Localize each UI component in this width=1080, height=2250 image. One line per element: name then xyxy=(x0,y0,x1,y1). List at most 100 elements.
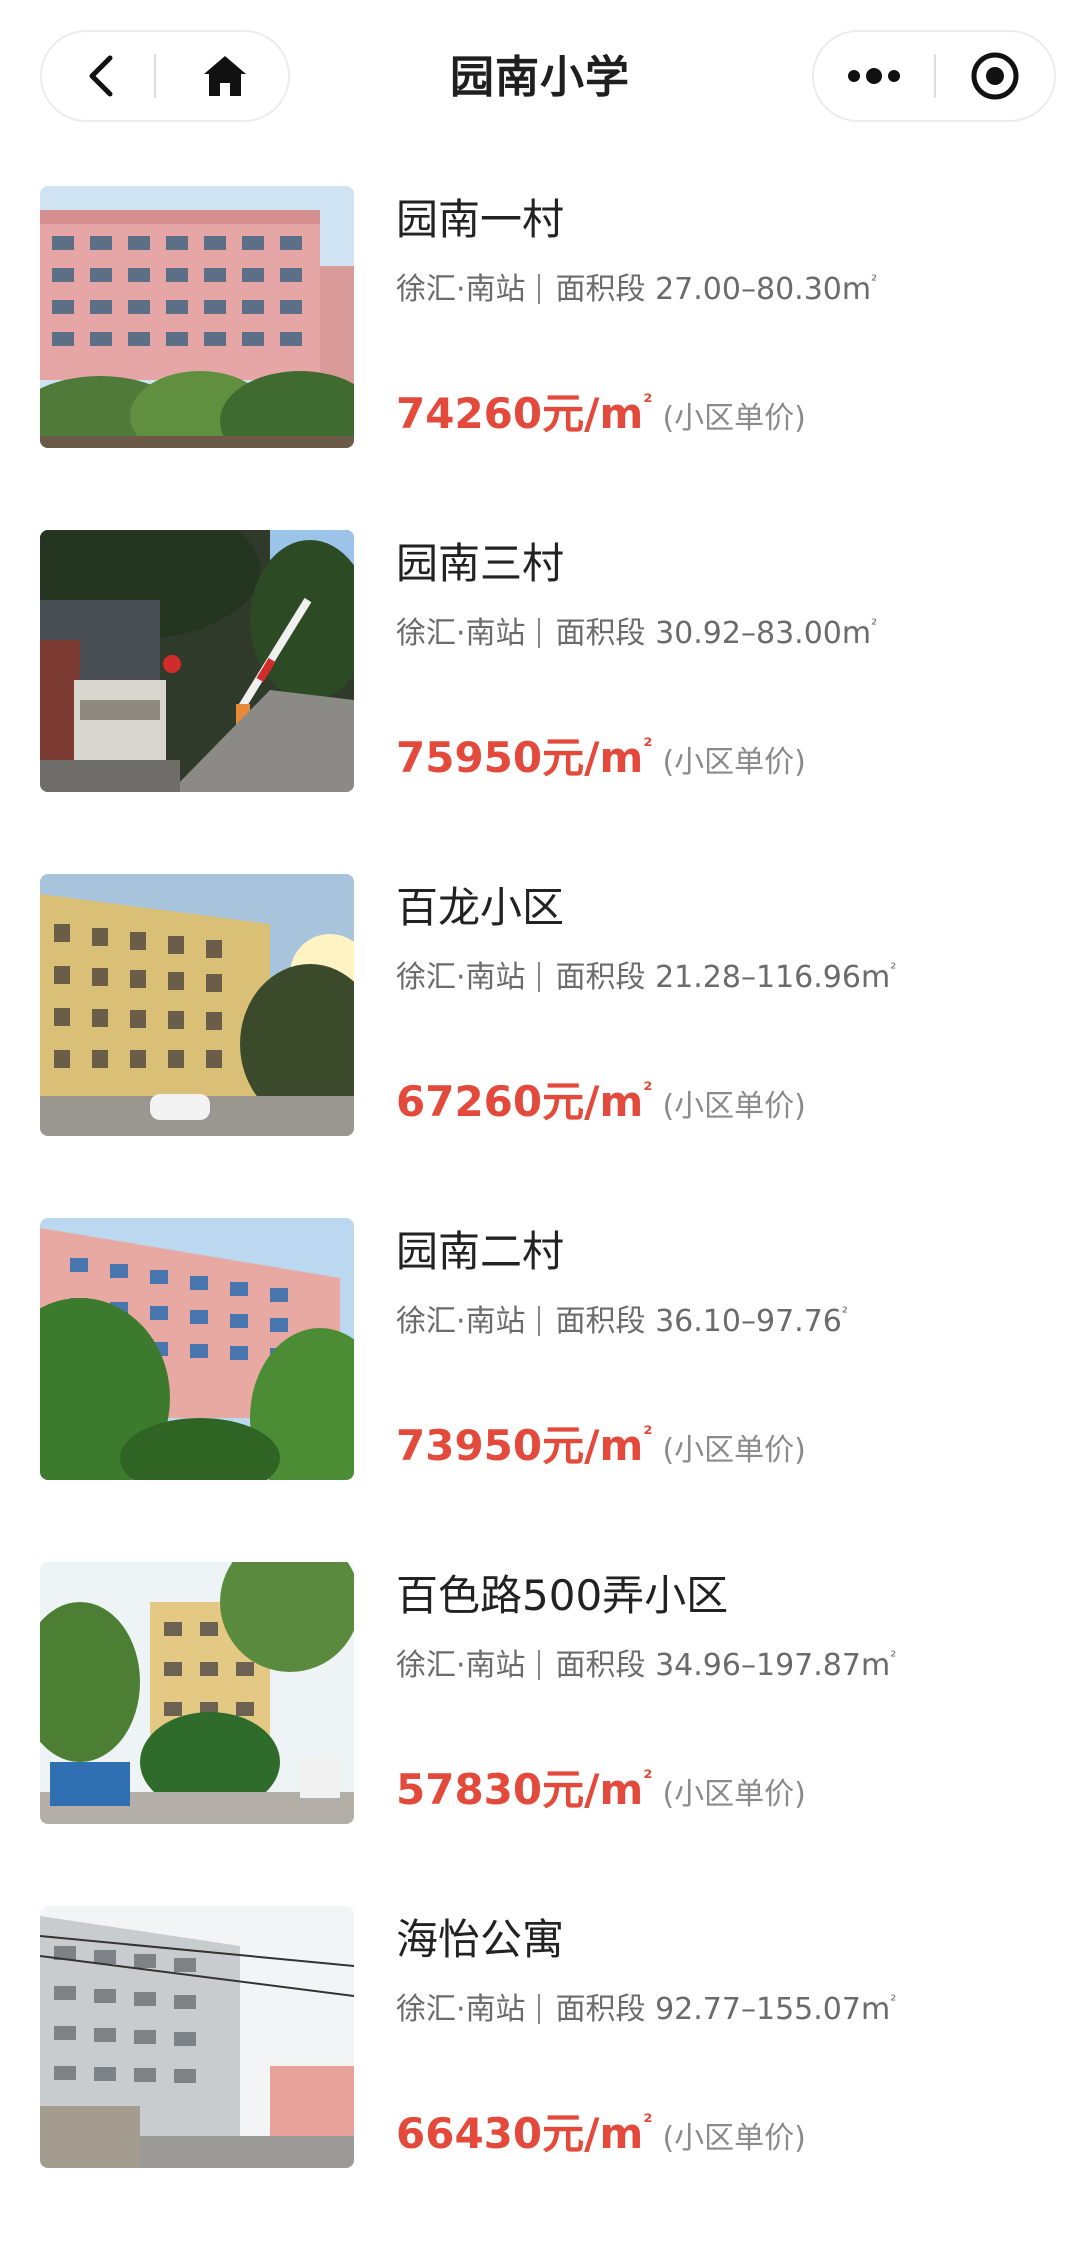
community-photo xyxy=(40,1218,354,1480)
unit-price: 66430元/m² xyxy=(396,2109,652,2158)
area-label: 面积段 xyxy=(555,1648,646,1683)
price-unit: 元/m xyxy=(542,733,644,782)
price-unit-superscript: ² xyxy=(643,1078,653,1103)
price-row: 73950元/m² (小区单价) xyxy=(396,1418,806,1474)
area-range: 36.10–97.76 xyxy=(655,1304,842,1339)
price-note: (小区单价) xyxy=(662,1089,806,1124)
community-meta: 徐汇·南站 面积段 34.96–197.87m² xyxy=(396,1646,896,1686)
price-note: (小区单价) xyxy=(662,745,806,780)
price-row: 75950元/m² (小区单价) xyxy=(396,730,806,786)
listing-info: 百色路500弄小区 徐汇·南站 面积段 34.96–197.87m² 57830元… xyxy=(396,1562,1046,1824)
meta-divider xyxy=(537,1306,540,1336)
community-meta: 徐汇·南站 面积段 27.00–80.30m² xyxy=(396,270,877,310)
area-unit: m xyxy=(860,1992,891,2027)
community-name: 园南一村 xyxy=(396,195,565,244)
price-row: 57830元/m² (小区单价) xyxy=(396,1762,806,1818)
area-label: 面积段 xyxy=(555,272,646,307)
meta-divider xyxy=(537,962,540,992)
area-unit-superscript: ² xyxy=(871,271,878,290)
area-label: 面积段 xyxy=(555,1992,646,2027)
unit-price: 73950元/m² xyxy=(396,1421,652,1470)
price-note: (小区单价) xyxy=(662,401,806,436)
area-unit-superscript: ² xyxy=(871,615,878,634)
price-unit-superscript: ² xyxy=(643,1766,653,1791)
community-name: 园南二村 xyxy=(396,1227,565,1276)
price-note: (小区单价) xyxy=(662,1777,806,1812)
home-button[interactable] xyxy=(162,32,288,120)
price-value: 74260 xyxy=(396,389,543,438)
listing-info: 百龙小区 徐汇·南站 面积段 21.28–116.96m² 67260元/m² (小… xyxy=(396,874,1046,1136)
unit-price: 74260元/m² xyxy=(396,389,652,438)
target-close-icon xyxy=(971,52,1019,100)
nav-capsule-right xyxy=(812,30,1056,122)
close-miniprogram-button[interactable] xyxy=(936,32,1054,120)
list-item[interactable]: 园南二村 徐汇·南站 面积段 36.10–97.76² 73950元/m² (小区单… xyxy=(0,1218,1080,1562)
price-unit: 元/m xyxy=(542,1765,644,1814)
community-meta: 徐汇·南站 面积段 30.92–83.00m² xyxy=(396,614,877,654)
nav-capsule-left xyxy=(40,30,290,122)
back-button[interactable] xyxy=(42,32,162,120)
community-name: 百色路500弄小区 xyxy=(396,1571,729,1620)
area-range: 27.00–80.30 xyxy=(655,272,842,307)
price-unit-superscript: ² xyxy=(643,390,653,415)
list-item[interactable]: 园南三村 徐汇·南站 面积段 30.92–83.00m² 75950元/m² (小区… xyxy=(0,530,1080,874)
page-title: 园南小学 xyxy=(450,52,630,103)
community-meta: 徐汇·南站 面积段 21.28–116.96m² xyxy=(396,958,896,998)
area-label: 面积段 xyxy=(555,1304,646,1339)
nav-bar: 园南小学 xyxy=(0,0,1080,160)
chevron-left-icon xyxy=(89,55,113,97)
area-label: 面积段 xyxy=(555,616,646,651)
community-photo xyxy=(40,186,354,448)
more-dots-icon xyxy=(848,68,900,84)
community-photo xyxy=(40,874,354,1136)
listing-info: 海怡公寓 徐汇·南站 面积段 92.77–155.07m² 66430元/m² (小… xyxy=(396,1906,1046,2168)
unit-price: 67260元/m² xyxy=(396,1077,652,1126)
list-item[interactable]: 园南一村 徐汇·南站 面积段 27.00–80.30m² 74260元/m² (小区… xyxy=(0,186,1080,530)
area-unit: m xyxy=(841,616,872,651)
area-range: 34.96–197.87 xyxy=(655,1648,861,1683)
more-button[interactable] xyxy=(814,32,934,120)
location-text: 徐汇·南站 xyxy=(396,1992,526,2027)
area-unit-superscript: ² xyxy=(890,1991,897,2010)
community-name: 园南三村 xyxy=(396,539,565,588)
meta-divider xyxy=(537,274,540,304)
location-text: 徐汇·南站 xyxy=(396,1648,526,1683)
location-text: 徐汇·南站 xyxy=(396,1304,526,1339)
community-meta: 徐汇·南站 面积段 36.10–97.76² xyxy=(396,1302,848,1342)
price-row: 74260元/m² (小区单价) xyxy=(396,386,806,442)
price-value: 73950 xyxy=(396,1421,543,1470)
area-range: 92.77–155.07 xyxy=(655,1992,861,2027)
unit-price: 57830元/m² xyxy=(396,1765,652,1814)
price-value: 66430 xyxy=(396,2109,543,2158)
location-text: 徐汇·南站 xyxy=(396,616,526,651)
price-note: (小区单价) xyxy=(662,1433,806,1468)
area-unit-superscript: ² xyxy=(890,1647,897,1666)
community-photo xyxy=(40,1906,354,2168)
price-unit: 元/m xyxy=(542,1077,644,1126)
location-text: 徐汇·南站 xyxy=(396,272,526,307)
listing-info: 园南三村 徐汇·南站 面积段 30.92–83.00m² 75950元/m² (小区… xyxy=(396,530,1046,792)
price-value: 75950 xyxy=(396,733,543,782)
listing-info: 园南一村 徐汇·南站 面积段 27.00–80.30m² 74260元/m² (小区… xyxy=(396,186,1046,448)
list-item[interactable]: 百龙小区 徐汇·南站 面积段 21.28–116.96m² 67260元/m² (小… xyxy=(0,874,1080,1218)
price-value: 57830 xyxy=(396,1765,543,1814)
area-range: 21.28–116.96 xyxy=(655,960,861,995)
area-unit-superscript: ² xyxy=(841,1303,848,1322)
list-item[interactable]: 百色路500弄小区 徐汇·南站 面积段 34.96–197.87m² 57830元… xyxy=(0,1562,1080,1906)
price-row: 66430元/m² (小区单价) xyxy=(396,2106,806,2162)
list-item[interactable]: 海怡公寓 徐汇·南站 面积段 92.77–155.07m² 66430元/m² (小… xyxy=(0,1906,1080,2250)
area-range: 30.92–83.00 xyxy=(655,616,842,651)
unit-price: 75950元/m² xyxy=(396,733,652,782)
area-unit: m xyxy=(860,1648,891,1683)
community-photo xyxy=(40,1562,354,1824)
community-meta: 徐汇·南站 面积段 92.77–155.07m² xyxy=(396,1990,896,2030)
area-unit-superscript: ² xyxy=(890,959,897,978)
meta-divider xyxy=(537,618,540,648)
community-list: 园南一村 徐汇·南站 面积段 27.00–80.30m² 74260元/m² (小区… xyxy=(0,186,1080,2250)
community-photo xyxy=(40,530,354,792)
price-unit-superscript: ² xyxy=(643,2110,653,2135)
price-value: 67260 xyxy=(396,1077,543,1126)
price-row: 67260元/m² (小区单价) xyxy=(396,1074,806,1130)
area-unit: m xyxy=(860,960,891,995)
price-note: (小区单价) xyxy=(662,2121,806,2156)
